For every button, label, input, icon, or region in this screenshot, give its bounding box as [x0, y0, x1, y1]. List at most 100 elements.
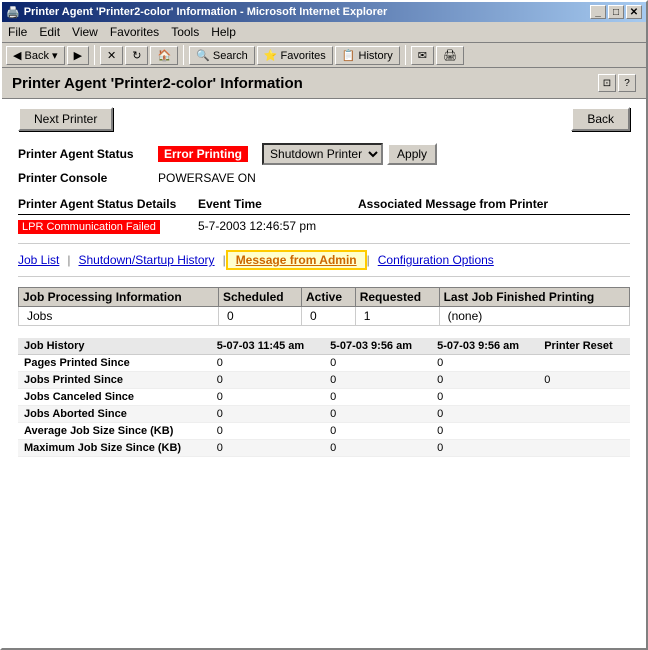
history-button[interactable]: 📋 History	[335, 46, 400, 65]
toolbar-separator-1	[94, 45, 95, 65]
minimize-button[interactable]: _	[590, 5, 606, 19]
shutdown-select[interactable]: Shutdown Printer Startup Printer	[262, 143, 383, 165]
jh-col-4: Printer Reset	[538, 338, 630, 355]
jp-col-requested: Requested	[355, 288, 439, 307]
jh-cell-2-1: 0	[211, 389, 324, 406]
jh-cell-2-4	[538, 389, 630, 406]
jh-cell-5-0: Maximum Job Size Since (KB)	[18, 440, 211, 457]
jh-cell-5-3: 0	[431, 440, 538, 457]
details-col3-header: Associated Message from Printer	[358, 197, 548, 211]
page-header-icons: ⊡ ?	[598, 74, 636, 92]
toolbar-separator-2	[183, 45, 184, 65]
title-bar-left: 🖨️ Printer Agent 'Printer2-color' Inform…	[6, 6, 387, 19]
jh-cell-0-1: 0	[211, 355, 324, 372]
jh-cell-5-1: 0	[211, 440, 324, 457]
back-page-button[interactable]: Back	[571, 107, 630, 131]
window-title: Printer Agent 'Printer2-color' Informati…	[24, 6, 388, 18]
mail-button[interactable]: ✉	[411, 46, 434, 65]
main-window: 🖨️ Printer Agent 'Printer2-color' Inform…	[0, 0, 648, 650]
jh-cell-4-0: Average Job Size Since (KB)	[18, 423, 211, 440]
details-col1-header: Printer Agent Status Details	[18, 197, 198, 211]
toolbar-separator-3	[405, 45, 406, 65]
jp-row-last: (none)	[439, 307, 629, 326]
job-history-table: Job History 5-07-03 11:45 am 5-07-03 9:5…	[18, 338, 630, 457]
next-printer-button[interactable]: Next Printer	[18, 107, 113, 131]
jh-cell-2-0: Jobs Canceled Since	[18, 389, 211, 406]
jh-cell-4-2: 0	[324, 423, 431, 440]
printer-console-row: Printer Console POWERSAVE ON	[18, 171, 630, 185]
jh-cell-3-4	[538, 406, 630, 423]
menu-edit[interactable]: Edit	[33, 23, 66, 41]
page-title: Printer Agent 'Printer2-color' Informati…	[12, 75, 303, 92]
details-data-row: LPR Communication Failed 5-7-2003 12:46:…	[18, 219, 630, 233]
jh-cell-0-4	[538, 355, 630, 372]
jh-cell-4-3: 0	[431, 423, 538, 440]
page-header: Printer Agent 'Printer2-color' Informati…	[2, 68, 646, 99]
lpr-status-badge: LPR Communication Failed	[18, 219, 198, 233]
history-row-4: Average Job Size Since (KB)000	[18, 423, 630, 440]
expand-icon-button[interactable]: ⊡	[598, 74, 616, 92]
printer-console-value: POWERSAVE ON	[158, 171, 256, 185]
content-area: Printer Agent 'Printer2-color' Informati…	[2, 68, 646, 648]
apply-button[interactable]: Apply	[387, 143, 437, 165]
jh-cell-4-4	[538, 423, 630, 440]
history-tbody: Pages Printed Since000Jobs Printed Since…	[18, 355, 630, 457]
history-header-row: Job History 5-07-03 11:45 am 5-07-03 9:5…	[18, 338, 630, 355]
job-processing-header-row: Job Processing Information Scheduled Act…	[19, 288, 630, 307]
maximize-button[interactable]: □	[608, 5, 624, 19]
search-button[interactable]: 🔍 Search	[189, 46, 255, 65]
jh-col-2: 5-07-03 9:56 am	[324, 338, 431, 355]
toolbar: ◀ Back ▾ ▶ ✕ ↻ 🏠 🔍 Search ⭐ Favorites 📋 …	[2, 43, 646, 68]
menu-file[interactable]: File	[2, 23, 33, 41]
stop-button[interactable]: ✕	[100, 46, 123, 65]
details-event-time: 5-7-2003 12:46:57 pm	[198, 219, 358, 233]
jh-cell-1-4: 0	[538, 372, 630, 389]
jp-row-active: 0	[302, 307, 356, 326]
printer-status-label: Printer Agent Status	[18, 147, 158, 161]
menu-view[interactable]: View	[66, 23, 104, 41]
configuration-options-link[interactable]: Configuration Options	[370, 253, 502, 267]
jh-cell-2-2: 0	[324, 389, 431, 406]
job-processing-data-row: Jobs 0 0 1 (none)	[19, 307, 630, 326]
menu-bar: File Edit View Favorites Tools Help	[2, 22, 646, 43]
window-icon: 🖨️	[6, 6, 20, 19]
message-from-admin-link[interactable]: Message from Admin	[226, 250, 367, 270]
jp-col-scheduled: Scheduled	[218, 288, 301, 307]
jh-col-1: 5-07-03 11:45 am	[211, 338, 324, 355]
jh-cell-1-2: 0	[324, 372, 431, 389]
menu-help[interactable]: Help	[205, 23, 242, 41]
jh-cell-5-4	[538, 440, 630, 457]
jh-cell-0-2: 0	[324, 355, 431, 372]
title-bar: 🖨️ Printer Agent 'Printer2-color' Inform…	[2, 2, 646, 22]
back-button[interactable]: ◀ Back ▾	[6, 46, 65, 65]
help-icon-button[interactable]: ?	[618, 74, 636, 92]
refresh-button[interactable]: ↻	[125, 46, 148, 65]
jh-col-3: 5-07-03 9:56 am	[431, 338, 538, 355]
jh-cell-3-2: 0	[324, 406, 431, 423]
print-button[interactable]: 🖨	[436, 46, 464, 65]
jh-cell-1-1: 0	[211, 372, 324, 389]
favorites-button[interactable]: ⭐ Favorites	[257, 46, 333, 65]
printer-console-label: Printer Console	[18, 171, 158, 185]
menu-tools[interactable]: Tools	[165, 23, 205, 41]
close-button[interactable]: ✕	[626, 5, 642, 19]
menu-favorites[interactable]: Favorites	[104, 23, 165, 41]
jh-cell-3-3: 0	[431, 406, 538, 423]
details-header: Printer Agent Status Details Event Time …	[18, 197, 630, 215]
jp-row-requested: 1	[355, 307, 439, 326]
jp-col-last: Last Job Finished Printing	[439, 288, 629, 307]
jh-cell-4-1: 0	[211, 423, 324, 440]
jh-cell-2-3: 0	[431, 389, 538, 406]
links-row: Job List | Shutdown/Startup History | Me…	[18, 243, 630, 277]
jh-col-label: Job History	[18, 338, 211, 355]
shutdown-history-link[interactable]: Shutdown/Startup History	[70, 253, 222, 267]
jp-col-info: Job Processing Information	[19, 288, 219, 307]
home-button[interactable]: 🏠	[150, 46, 178, 65]
title-bar-buttons: _ □ ✕	[590, 5, 642, 19]
forward-button[interactable]: ▶	[67, 46, 89, 65]
job-list-link[interactable]: Job List	[18, 253, 67, 267]
history-row-0: Pages Printed Since000	[18, 355, 630, 372]
job-processing-table: Job Processing Information Scheduled Act…	[18, 287, 630, 326]
top-buttons: Next Printer Back	[18, 107, 630, 131]
history-row-2: Jobs Canceled Since000	[18, 389, 630, 406]
